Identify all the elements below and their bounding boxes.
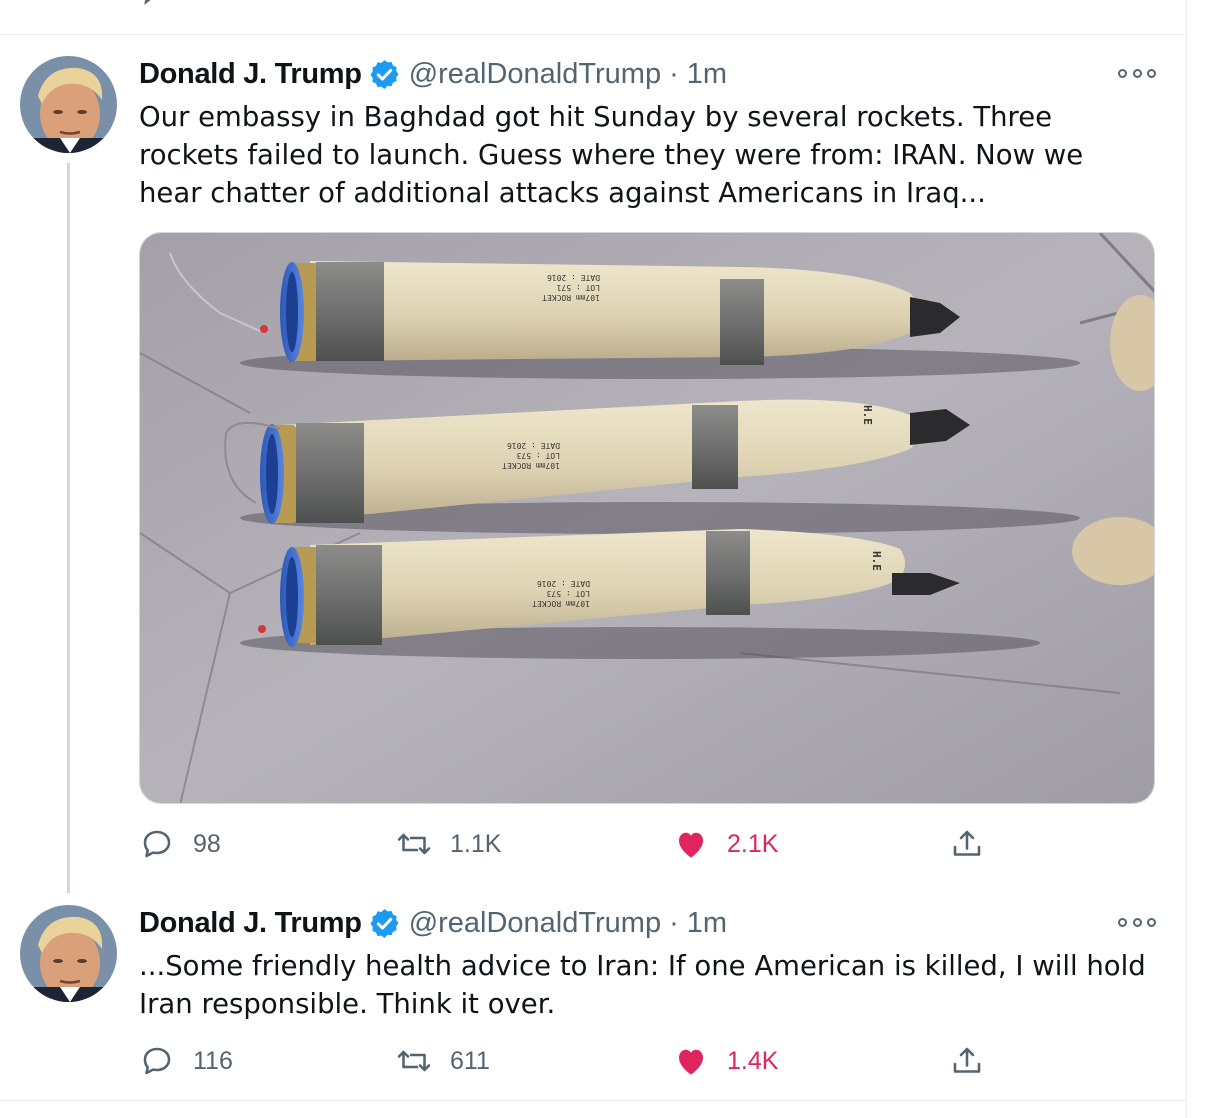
thread-line [67,163,70,893]
share-icon [953,1047,981,1073]
separator-dot: · [669,906,679,939]
timeline-border [1186,0,1187,1118]
rocket-2-date: DATE : 2016 [507,441,560,450]
share-icon[interactable] [952,0,988,10]
retweet-icon [397,1050,431,1072]
timestamp[interactable]: 1m [687,58,727,91]
verified-badge-icon [370,908,399,938]
timestamp[interactable]: 1m [687,907,727,940]
rocket-3-nose-mark: H.E [870,551,883,571]
tweet-text: ...Some friendly health advice to Iran: … [139,950,1146,1020]
author-handle[interactable]: @realDonaldTrump [409,907,661,940]
like-icon [679,1049,703,1075]
more-icon[interactable] [1118,64,1156,82]
like-icon [679,832,703,858]
like-count: 1.4K [727,1046,779,1075]
share-button[interactable] [949,1041,985,1081]
retweet-icon[interactable] [405,0,441,10]
like-button[interactable]: 2.1K [673,824,778,864]
tweet-actions: 116 611 1.4K [139,1041,999,1081]
rocket-1-date: DATE : 2016 [547,273,600,282]
reply-button[interactable]: 98 [139,824,221,864]
like-button[interactable]: 1.4K [673,1041,778,1081]
tweet-header: Donald J. Trump @realDonaldTrump · 1m [139,905,727,941]
reply-count: 98 [193,829,221,858]
rocket-2-lot: LOT : 573 [516,451,560,460]
author-handle[interactable]: @realDonaldTrump [409,58,661,91]
separator-dot: · [669,57,679,90]
reply-count: 116 [193,1046,233,1075]
retweet-button[interactable]: 1.1K [396,824,501,864]
tweet-media-image[interactable]: 107mm ROCKET LOT : 571 DATE : 2016 107mm… [139,232,1155,804]
rocket-2-nose-mark: H.E [861,405,874,425]
retweet-button[interactable]: 611 [396,1041,490,1081]
share-button[interactable] [949,824,985,864]
reply-icon[interactable] [140,0,176,10]
rocket-1-label: 107mm ROCKET [542,293,600,302]
tweet-header: Donald J. Trump @realDonaldTrump · 1m [139,56,727,92]
avatar[interactable] [20,56,117,153]
rocket-3-label: 107mm ROCKET [532,599,590,608]
reply-icon [143,1047,171,1075]
retweet-icon [397,833,431,855]
rocket-2-label: 107mm ROCKET [502,461,560,470]
previous-tweet-actions [0,0,1186,10]
retweet-count: 1.1K [450,829,502,858]
rocket-3-lot: LOT : 573 [546,589,590,598]
rocket-3-date: DATE : 2016 [537,579,590,588]
reply-icon [143,830,171,858]
like-icon[interactable] [670,0,706,10]
separator [0,34,1186,35]
author-name[interactable]: Donald J. Trump [139,907,362,940]
author-name[interactable]: Donald J. Trump [139,58,362,91]
avatar[interactable] [20,905,117,1002]
share-icon [953,830,981,856]
tweet-actions: 98 1.1K 2.1K [139,824,999,864]
reply-button[interactable]: 116 [139,1041,233,1081]
verified-badge-icon [370,59,399,89]
tweet-text: Our embassy in Baghdad got hit Sunday by… [139,101,1084,209]
rocket-1-lot: LOT : 571 [556,283,600,292]
like-count: 2.1K [727,829,779,858]
retweet-count: 611 [450,1046,490,1075]
more-icon[interactable] [1118,913,1156,931]
separator [0,1100,1186,1101]
